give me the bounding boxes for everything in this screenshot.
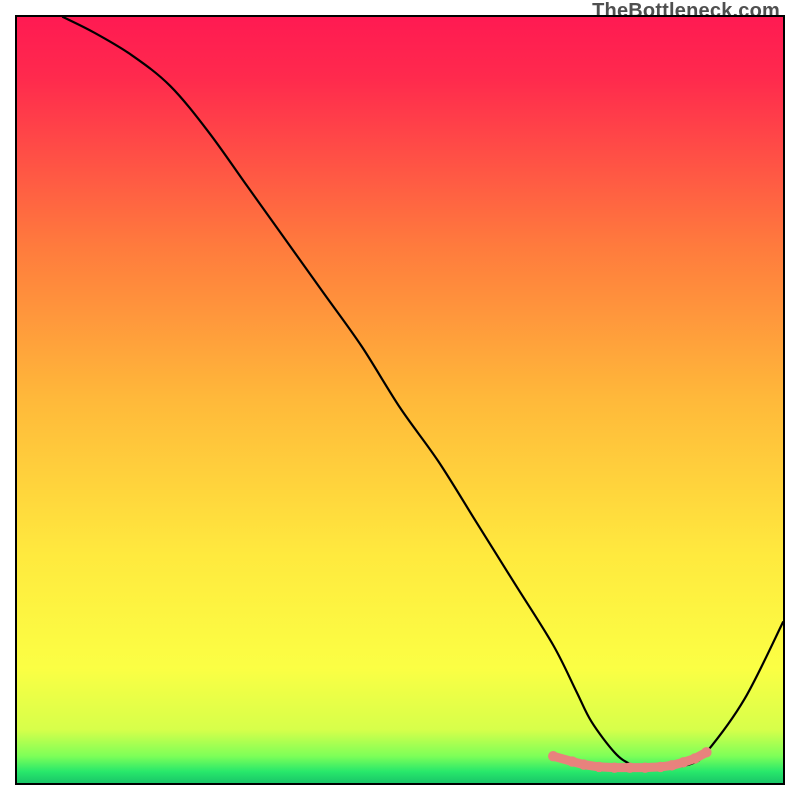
- valley-dot: [594, 762, 604, 772]
- valley-dot: [655, 762, 665, 772]
- valley-dot: [678, 757, 688, 767]
- chart-background: [17, 17, 783, 783]
- valley-dot: [579, 759, 589, 769]
- valley-dot: [701, 747, 711, 757]
- chart-frame: [15, 15, 785, 785]
- valley-dot: [690, 753, 700, 763]
- valley-dot: [625, 762, 635, 772]
- chart-svg: [17, 17, 783, 783]
- valley-dot: [640, 762, 650, 772]
- valley-dot: [667, 760, 677, 770]
- valley-dot: [567, 756, 577, 766]
- valley-dot: [609, 762, 619, 772]
- valley-dot: [548, 751, 558, 761]
